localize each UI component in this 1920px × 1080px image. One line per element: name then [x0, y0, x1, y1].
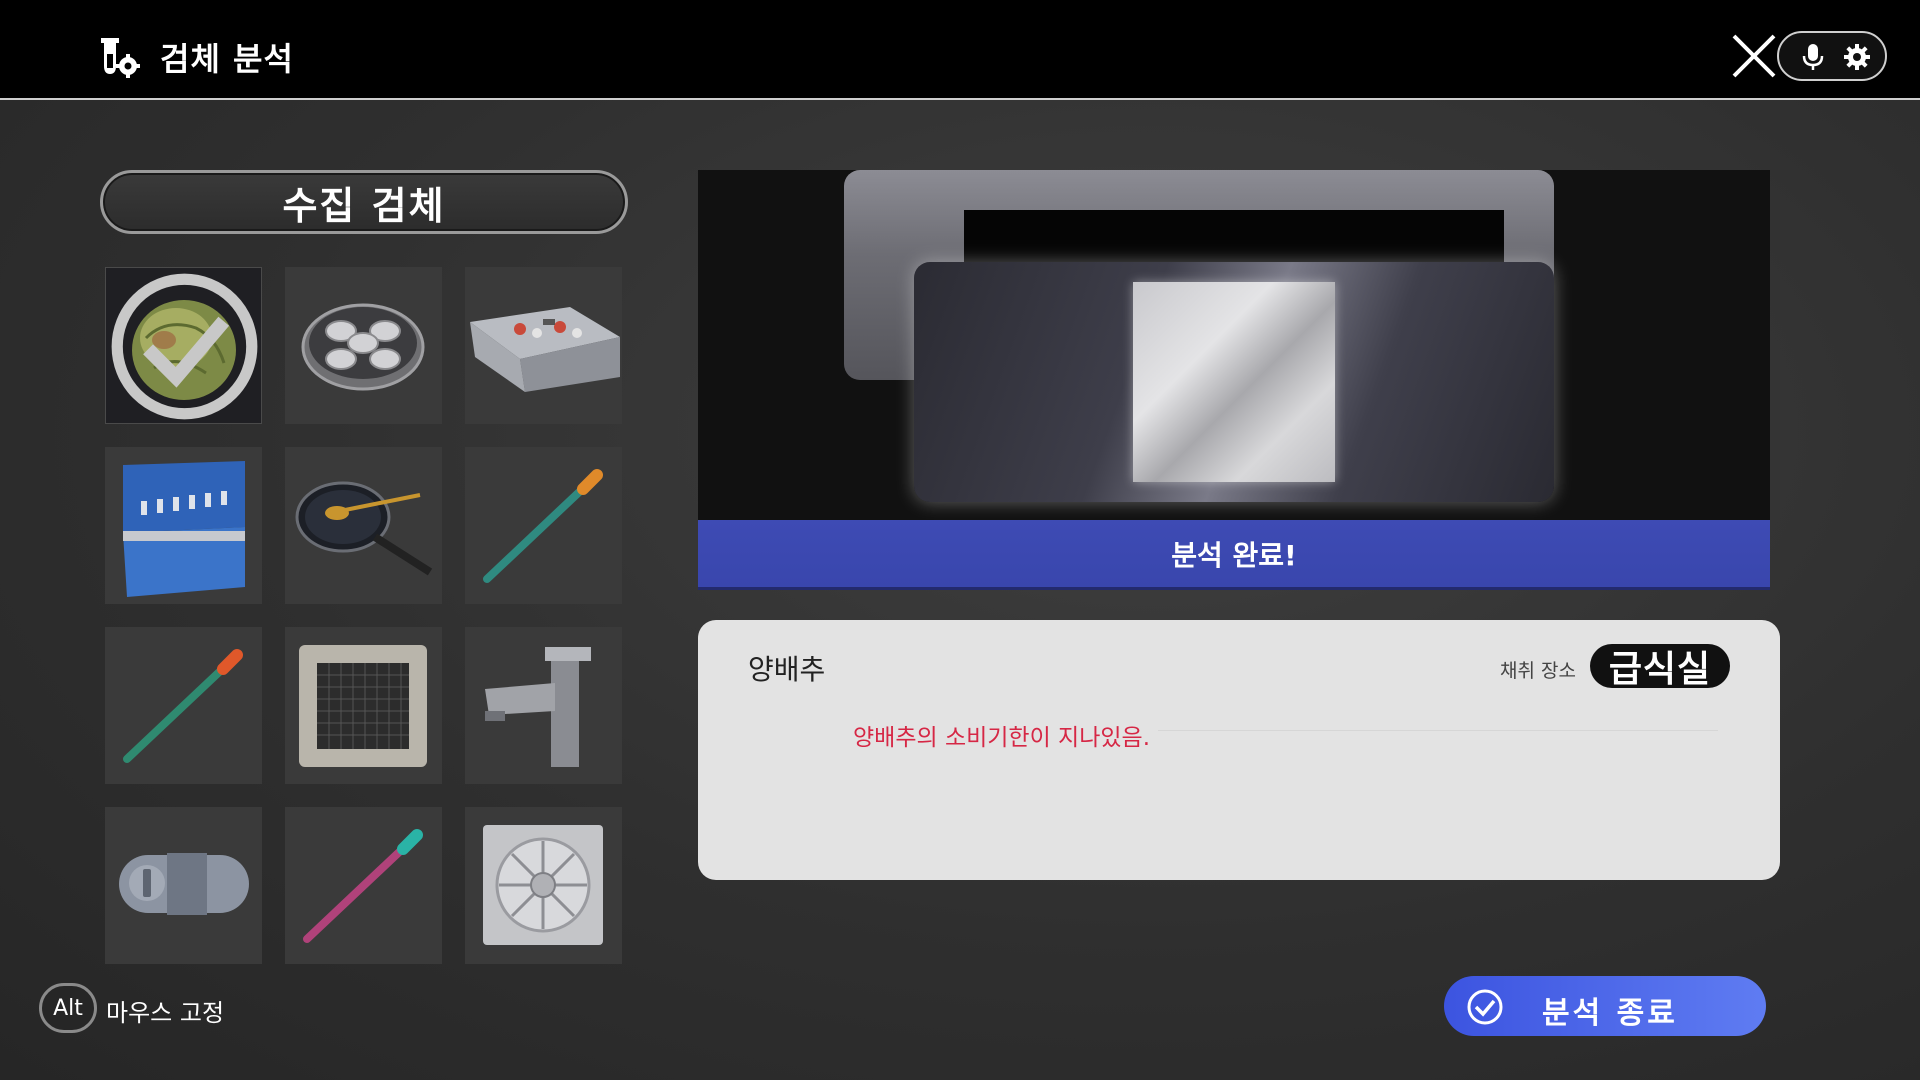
location-badge: 급식실: [1590, 644, 1730, 690]
lab-gear-icon: [101, 38, 140, 78]
frying-pan-icon: [295, 481, 433, 576]
sample-name: 양배추: [748, 653, 826, 686]
sample-slide: [1133, 282, 1335, 482]
faucet-icon: [485, 647, 591, 767]
sample-item-serving-counter[interactable]: [465, 267, 622, 424]
result-description: 양배추의 소비기한이 지나있음.: [853, 725, 1151, 751]
sample-item-faucet[interactable]: [465, 627, 622, 784]
result-panel: 양배추 채취 장소 급식실 양배추의 소비기한이 지나있음.: [698, 620, 1780, 880]
gear-icon[interactable]: [1843, 43, 1871, 71]
end-analysis-label: 분석 종료: [1542, 996, 1678, 1031]
sample-item-food-container[interactable]: [285, 267, 442, 424]
location-label: 채취 장소: [1500, 660, 1576, 682]
sample-item-door-lock[interactable]: [105, 807, 262, 964]
sample-item-swab-red[interactable]: [105, 627, 262, 784]
top-bar: 검체 분석: [0, 0, 1920, 100]
alt-key-badge: Alt: [39, 983, 97, 1033]
analysis-status: 분석 완료!: [698, 520, 1770, 590]
check-circle-icon: [111, 273, 258, 420]
sample-item-frying-pan[interactable]: [285, 447, 442, 604]
close-icon[interactable]: [1728, 30, 1780, 82]
air-vent-icon: [299, 645, 427, 767]
collected-samples-title: 수집 검체: [100, 170, 628, 234]
swab-orange-icon: [483, 469, 603, 583]
end-analysis-button[interactable]: 분석 종료: [1444, 976, 1766, 1036]
swab-red-icon: [123, 649, 243, 763]
microphone-icon[interactable]: [1801, 43, 1825, 71]
serving-counter-icon: [470, 307, 620, 392]
divider: [1158, 730, 1718, 731]
sample-item-exhaust-fan[interactable]: [465, 807, 622, 964]
check-circle-icon: [1467, 989, 1503, 1025]
door-lock-icon: [119, 853, 249, 915]
sample-item-swab-teal[interactable]: [285, 807, 442, 964]
sample-item-cabbage[interactable]: [105, 267, 262, 424]
swab-teal-icon: [303, 829, 423, 943]
sample-grid: [105, 267, 625, 967]
sample-item-air-vent[interactable]: [285, 627, 442, 784]
sample-item-water-dispenser[interactable]: [105, 447, 262, 604]
analyzer-slot: [964, 210, 1504, 264]
water-dispenser-icon: [123, 461, 245, 597]
sample-item-swab-orange[interactable]: [465, 447, 622, 604]
page-title: 검체 분석: [160, 40, 294, 78]
exhaust-fan-icon: [483, 825, 603, 945]
voice-settings-pill: [1777, 31, 1887, 81]
food-container-icon: [301, 303, 425, 391]
mouse-lock-label: 마우스 고정: [106, 999, 225, 1027]
